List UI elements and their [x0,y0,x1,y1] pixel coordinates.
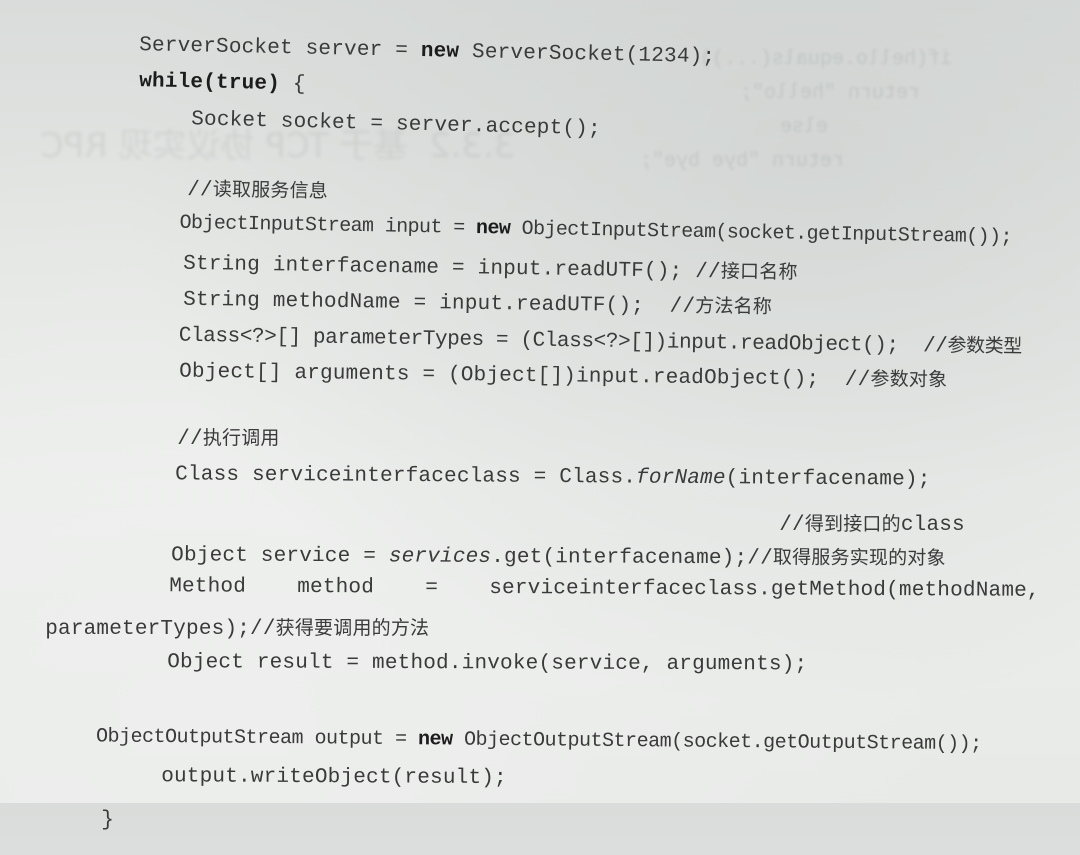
comment-text: 参数类型 [947,334,1023,358]
show-through-text: if(hello.equals(...)) [700,48,953,71]
code-text: Object result = method.invoke(service, a… [167,651,808,677]
keyword: new [420,39,460,64]
code-text: ServerSocket(1234); [458,40,716,70]
show-through-text: else [780,116,829,139]
book-page: 3.3.2 基于 TCP 协议实现 RPC if(hello.equals(..… [0,0,1080,832]
show-through-text: return "bye bye"; [640,150,845,173]
method-name: forName [636,466,726,491]
closing-brace: } [101,809,115,832]
show-through-text: return "hello"; [740,82,921,105]
code-text: Socket socket = server.accept(); [190,108,602,142]
code-line: Object result = method.invoke(service, a… [116,628,808,699]
code-line: } [50,786,114,855]
comment-text: 参数对象 [870,368,948,392]
code-text: ObjectOutputStream(socket.getOutputStrea… [452,728,982,757]
code-text: Object[] arguments = (Object[])input.rea… [179,360,871,393]
code-line: output.writeObject(result); [110,742,507,813]
code-text: output.writeObject(result); [161,765,507,791]
code-text: Class serviceinterfaceclass = Class. [175,463,637,490]
